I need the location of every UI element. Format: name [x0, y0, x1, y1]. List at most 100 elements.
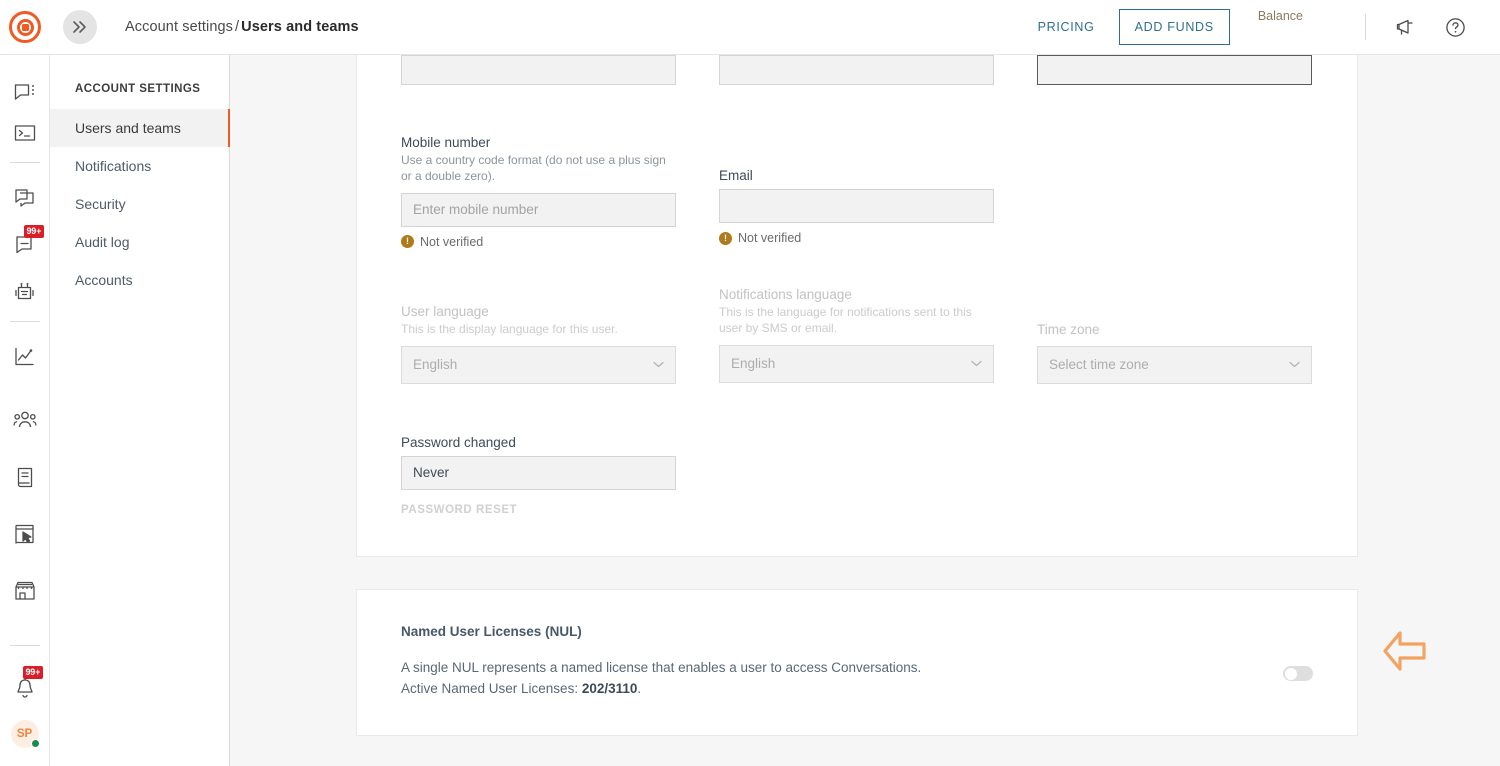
cutoff-input-1[interactable]	[401, 55, 676, 85]
sidebar-item-label: Users and teams	[75, 120, 181, 136]
sidebar-item-notifications[interactable]: Notifications	[50, 147, 229, 185]
bell-icon[interactable]: 99+	[0, 668, 50, 708]
email-label: Email	[719, 168, 994, 183]
notifications-language-field-group: Notifications language This is the langu…	[719, 287, 994, 384]
user-language-value: English	[413, 357, 457, 372]
language-field-row: User language This is the display langua…	[401, 287, 1313, 384]
mobile-number-label: Mobile number	[401, 135, 676, 150]
time-zone-label: Time zone	[1037, 322, 1312, 337]
breadcrumb-separator: /	[235, 19, 239, 35]
nul-card-title: Named User Licenses (NUL)	[401, 624, 1283, 639]
profile-form: Mobile number Use a country code format …	[357, 55, 1357, 516]
breadcrumb-root[interactable]: Account settings	[125, 19, 233, 35]
sidebar-item-label: Accounts	[75, 272, 133, 288]
chevron-down-icon	[653, 361, 664, 368]
mobile-verify-status: ! Not verified	[401, 235, 676, 249]
time-zone-select[interactable]: Select time zone	[1037, 346, 1312, 384]
mobile-number-input[interactable]: Enter mobile number	[401, 193, 676, 227]
notifications-language-hint: This is the language for notifications s…	[719, 305, 994, 337]
nul-active-suffix: .	[637, 681, 641, 696]
book-docs-icon[interactable]	[0, 457, 50, 497]
brand-logo-icon[interactable]	[8, 10, 42, 44]
avatar[interactable]: SP	[11, 720, 39, 748]
sidebar-item-users-and-teams[interactable]: Users and teams	[50, 109, 229, 147]
chat-menu-icon[interactable]	[0, 73, 50, 113]
add-funds-button[interactable]: ADD FUNDS	[1119, 9, 1230, 45]
notifications-language-select[interactable]: English	[719, 345, 994, 383]
breadcrumb: Account settings/Users and teams	[125, 19, 359, 35]
cutoff-input-2[interactable]	[719, 55, 994, 85]
bell-badge: 99+	[23, 666, 44, 679]
nul-active-prefix: Active Named User Licenses:	[401, 681, 582, 696]
nul-card-body: Named User Licenses (NUL) A single NUL r…	[401, 624, 1283, 699]
inbox-icon[interactable]: 99+	[0, 224, 50, 264]
user-language-hint: This is the display language for this us…	[401, 322, 676, 338]
warning-icon: !	[401, 235, 414, 248]
nul-toggle-switch[interactable]	[1283, 666, 1313, 681]
help-circle-icon[interactable]	[1445, 17, 1466, 38]
nul-active-count: 202/3110	[582, 681, 638, 696]
sidebar-item-label: Audit log	[75, 234, 129, 250]
sidebar-item-label: Notifications	[75, 158, 151, 174]
password-changed-field-group: Password changed Never PASSWORD RESET	[401, 435, 676, 516]
main-content-area: Mobile number Use a country code format …	[230, 55, 1500, 766]
user-language-label: User language	[401, 304, 676, 319]
mobile-number-hint: Use a country code format (do not use a …	[401, 153, 676, 185]
email-verify-status: ! Not verified	[719, 231, 994, 245]
nul-card-description: A single NUL represents a named license …	[401, 658, 1283, 679]
robot-icon[interactable]	[0, 272, 50, 312]
notifications-language-value: English	[731, 356, 775, 371]
password-reset-link[interactable]: PASSWORD RESET	[401, 504, 676, 516]
marketplace-store-icon[interactable]	[0, 571, 50, 611]
balance-label: Balance	[1258, 9, 1303, 23]
contacts-people-icon[interactable]	[0, 400, 50, 440]
chat-copy-icon[interactable]	[0, 178, 50, 218]
user-profile-card: Mobile number Use a country code format …	[356, 55, 1358, 557]
breadcrumb-current: Users and teams	[241, 19, 359, 35]
cutoff-field-row	[401, 55, 1313, 85]
nul-toggle-knob	[1285, 668, 1297, 680]
chevron-down-icon	[1289, 361, 1300, 368]
user-language-select[interactable]: English	[401, 346, 676, 384]
email-verify-label: Not verified	[738, 231, 801, 245]
mobile-number-field-group: Mobile number Use a country code format …	[401, 135, 676, 249]
double-chevron-right-icon[interactable]	[63, 10, 97, 44]
time-zone-value: Select time zone	[1049, 357, 1149, 372]
cutoff-input-3[interactable]	[1037, 55, 1312, 85]
warning-icon: !	[719, 232, 732, 245]
email-field-group: Email ! Not verified	[719, 135, 994, 249]
contact-field-row: Mobile number Use a country code format …	[401, 135, 1313, 249]
megaphone-icon[interactable]	[1396, 18, 1417, 37]
password-changed-value: Never	[401, 456, 676, 490]
chevron-down-icon	[971, 360, 982, 367]
balance-section: Balance	[1258, 0, 1303, 23]
header-divider	[1365, 14, 1366, 40]
nul-active-licenses-line: Active Named User Licenses: 202/3110.	[401, 679, 1283, 700]
sidebar-item-label: Security	[75, 196, 126, 212]
top-right-actions: PRICING ADD FUNDS Balance	[1038, 0, 1500, 54]
notifications-language-label: Notifications language	[719, 287, 994, 302]
flag-cursor-icon[interactable]	[0, 514, 50, 554]
sidebar-item-accounts[interactable]: Accounts	[50, 261, 229, 299]
password-field-row: Password changed Never PASSWORD RESET	[401, 435, 1313, 516]
nav-section-title: ACCOUNT SETTINGS	[50, 55, 229, 109]
avatar-initials: SP	[17, 728, 32, 740]
time-zone-field-group: Time zone Select time zone	[1037, 287, 1312, 384]
named-user-licenses-card: Named User Licenses (NUL) A single NUL r…	[356, 589, 1358, 736]
top-header-bar: Account settings/Users and teams PRICING…	[0, 0, 1500, 55]
terminal-icon[interactable]	[0, 113, 50, 153]
pricing-link[interactable]: PRICING	[1038, 20, 1095, 34]
email-input[interactable]	[719, 189, 994, 223]
sidebar-item-audit-log[interactable]: Audit log	[50, 223, 229, 261]
mobile-verify-label: Not verified	[420, 235, 483, 249]
analytics-chart-icon[interactable]	[0, 337, 50, 377]
user-language-field-group: User language This is the display langua…	[401, 287, 676, 384]
left-icon-rail: 99+	[0, 55, 50, 766]
sidebar-item-security[interactable]: Security	[50, 185, 229, 223]
rail-divider	[10, 162, 40, 163]
inbox-badge: 99+	[24, 225, 45, 238]
rail-divider-3	[10, 645, 40, 646]
password-changed-label: Password changed	[401, 435, 676, 450]
rail-divider-2	[10, 321, 40, 322]
account-settings-nav: ACCOUNT SETTINGS Users and teams Notific…	[50, 55, 230, 766]
